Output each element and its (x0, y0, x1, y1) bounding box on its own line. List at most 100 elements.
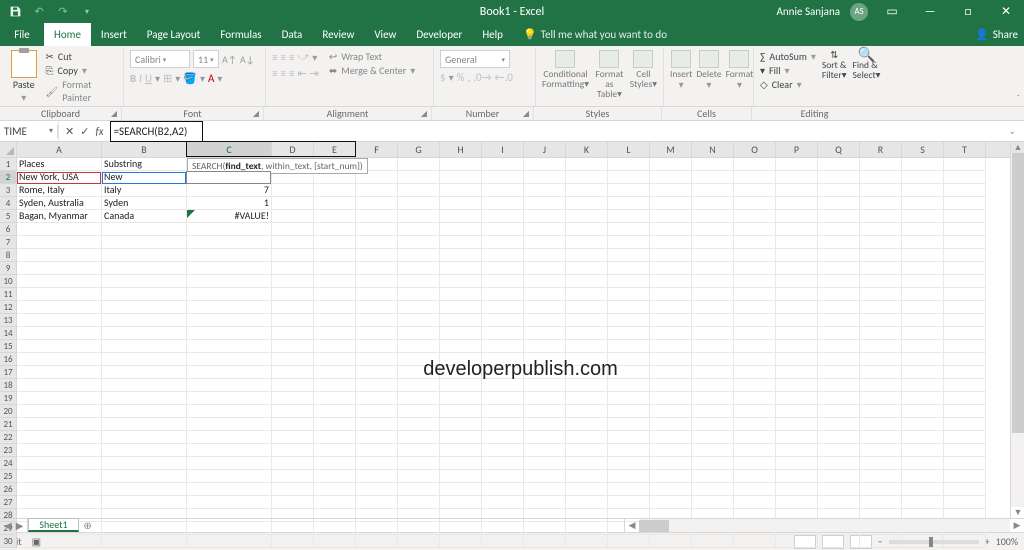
cell[interactable] (650, 457, 692, 470)
cell[interactable] (102, 236, 187, 249)
cell[interactable] (440, 223, 482, 236)
cell[interactable] (902, 392, 944, 405)
cell[interactable] (944, 275, 986, 288)
cell[interactable] (356, 249, 398, 262)
cell[interactable] (482, 158, 524, 171)
grow-font-icon[interactable]: A↑ (222, 53, 237, 66)
cell[interactable] (692, 223, 734, 236)
cell[interactable] (272, 340, 314, 353)
cell[interactable] (272, 496, 314, 509)
cell[interactable] (482, 236, 524, 249)
cell[interactable] (482, 314, 524, 327)
cell[interactable] (692, 197, 734, 210)
cell[interactable] (902, 223, 944, 236)
cell[interactable] (17, 431, 102, 444)
cell[interactable] (482, 288, 524, 301)
cell[interactable] (944, 353, 986, 366)
cell[interactable] (187, 392, 272, 405)
cell[interactable] (187, 444, 272, 457)
row-header[interactable]: 11 (0, 288, 16, 301)
cell[interactable] (398, 483, 440, 496)
cell[interactable] (272, 535, 314, 548)
delete-cells-button[interactable]: Delete▾ (696, 50, 721, 90)
cell[interactable] (692, 457, 734, 470)
cell[interactable] (860, 314, 902, 327)
cell[interactable] (776, 366, 818, 379)
cell[interactable] (734, 418, 776, 431)
cell[interactable] (17, 483, 102, 496)
cell[interactable] (566, 327, 608, 340)
cell[interactable] (482, 496, 524, 509)
number-format-select[interactable]: General ▾ (440, 50, 510, 68)
cell[interactable] (608, 210, 650, 223)
cell[interactable] (272, 210, 314, 223)
cell[interactable] (944, 262, 986, 275)
cell[interactable] (818, 275, 860, 288)
scroll-left-icon[interactable]: ◀ (625, 520, 639, 531)
fx-icon[interactable]: fx (95, 125, 103, 138)
cell[interactable] (482, 249, 524, 262)
cell[interactable] (524, 210, 566, 223)
cell[interactable] (482, 535, 524, 548)
cell[interactable] (776, 392, 818, 405)
cell[interactable] (356, 301, 398, 314)
cell[interactable] (566, 314, 608, 327)
cell[interactable] (944, 314, 986, 327)
cell[interactable] (314, 379, 356, 392)
fill-color-button[interactable]: 🪣 (183, 72, 197, 85)
cell[interactable] (398, 431, 440, 444)
cell[interactable] (356, 288, 398, 301)
cell[interactable] (776, 314, 818, 327)
column-header[interactable]: H (440, 142, 482, 157)
align-left-icon[interactable]: ≡ (272, 67, 277, 80)
column-header[interactable]: K (566, 142, 608, 157)
find-select-button[interactable]: 🔍Find &Select▾ (852, 50, 880, 80)
cell[interactable] (356, 405, 398, 418)
select-all-corner[interactable] (0, 142, 17, 157)
cell[interactable] (860, 457, 902, 470)
cell[interactable] (566, 249, 608, 262)
cell[interactable] (314, 262, 356, 275)
cell[interactable] (272, 418, 314, 431)
cell[interactable] (482, 262, 524, 275)
cell[interactable] (692, 275, 734, 288)
cell[interactable] (524, 457, 566, 470)
cell[interactable] (860, 431, 902, 444)
user-name[interactable]: Annie Sanjana (777, 5, 840, 18)
cell[interactable] (860, 405, 902, 418)
autosum-button[interactable]: ∑AutoSum ▾ (760, 50, 816, 63)
cell[interactable] (650, 262, 692, 275)
column-header[interactable]: J (524, 142, 566, 157)
cell[interactable] (356, 314, 398, 327)
cell[interactable] (440, 236, 482, 249)
cell[interactable] (272, 405, 314, 418)
cell[interactable] (356, 210, 398, 223)
cell[interactable] (608, 431, 650, 444)
cell[interactable] (17, 314, 102, 327)
cell[interactable] (398, 535, 440, 548)
cell[interactable] (440, 158, 482, 171)
cell[interactable] (187, 366, 272, 379)
cell[interactable] (608, 314, 650, 327)
cell[interactable] (566, 483, 608, 496)
cell[interactable] (314, 184, 356, 197)
cell[interactable] (818, 496, 860, 509)
cell[interactable] (734, 327, 776, 340)
cell[interactable] (860, 353, 902, 366)
cell[interactable] (650, 158, 692, 171)
cell[interactable] (650, 483, 692, 496)
cell[interactable] (776, 431, 818, 444)
cell[interactable] (314, 444, 356, 457)
row-header[interactable]: 12 (0, 301, 16, 314)
cell[interactable] (314, 249, 356, 262)
cell[interactable] (692, 353, 734, 366)
column-header[interactable]: I (482, 142, 524, 157)
cell[interactable] (482, 197, 524, 210)
cell[interactable] (776, 171, 818, 184)
wrap-text-button[interactable]: ↩Wrap Text (329, 50, 415, 63)
cell[interactable] (187, 314, 272, 327)
cell[interactable] (608, 275, 650, 288)
cell[interactable] (944, 288, 986, 301)
cell[interactable] (650, 444, 692, 457)
tab-help[interactable]: Help (472, 23, 513, 46)
